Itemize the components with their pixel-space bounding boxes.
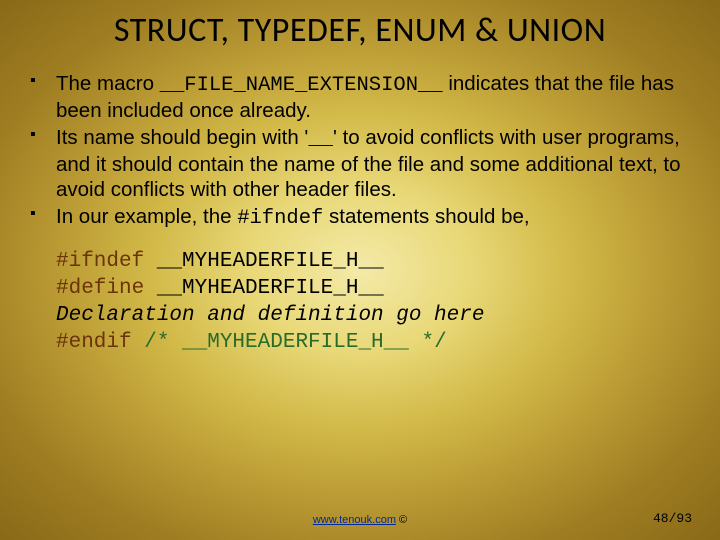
slide-title: STRUCT, TYPEDEF, ENUM & UNION — [0, 0, 720, 51]
macro-name: __MYHEADERFILE_H__ — [157, 277, 384, 300]
bullet-item: Its name should begin with '__' to avoid… — [24, 125, 682, 202]
bullet-item: In our example, the #ifndef statements s… — [24, 204, 682, 231]
bullet-text-pre: The macro — [56, 72, 160, 95]
page-number: 48/93 — [653, 511, 692, 526]
preproc-directive: #ifndef — [56, 250, 157, 273]
code-comment-line: Declaration and definition go here — [56, 303, 682, 330]
code-comment: /* __MYHEADERFILE_H__ */ — [144, 331, 446, 354]
slide: STRUCT, TYPEDEF, ENUM & UNION The macro … — [0, 0, 720, 540]
bullet-text-post: statements should be, — [323, 205, 529, 228]
preproc-directive: #endif — [56, 331, 144, 354]
code-line: #endif /* __MYHEADERFILE_H__ */ — [56, 330, 682, 357]
bullet-text-pre: Its name should begin with ' — [56, 126, 308, 149]
code-block: #ifndef __MYHEADERFILE_H__ #define __MYH… — [56, 249, 682, 357]
bullet-list: The macro __FILE_NAME_EXTENSION__ indica… — [24, 71, 682, 231]
preproc-directive: #define — [56, 277, 157, 300]
code-line: #define __MYHEADERFILE_H__ — [56, 276, 682, 303]
bullet-code: __ — [308, 128, 333, 151]
bullet-code: __FILE_NAME_EXTENSION__ — [160, 74, 443, 97]
slide-content: The macro __FILE_NAME_EXTENSION__ indica… — [0, 51, 720, 357]
footer-copyright: © — [396, 514, 407, 526]
bullet-text-pre: In our example, the — [56, 205, 237, 228]
footer-center: www.tenouk.com © — [313, 514, 407, 526]
code-line: #ifndef __MYHEADERFILE_H__ — [56, 249, 682, 276]
macro-name: __MYHEADERFILE_H__ — [157, 250, 384, 273]
footer-link[interactable]: www.tenouk.com — [313, 514, 396, 526]
bullet-code: #ifndef — [237, 207, 323, 230]
bullet-item: The macro __FILE_NAME_EXTENSION__ indica… — [24, 71, 682, 123]
